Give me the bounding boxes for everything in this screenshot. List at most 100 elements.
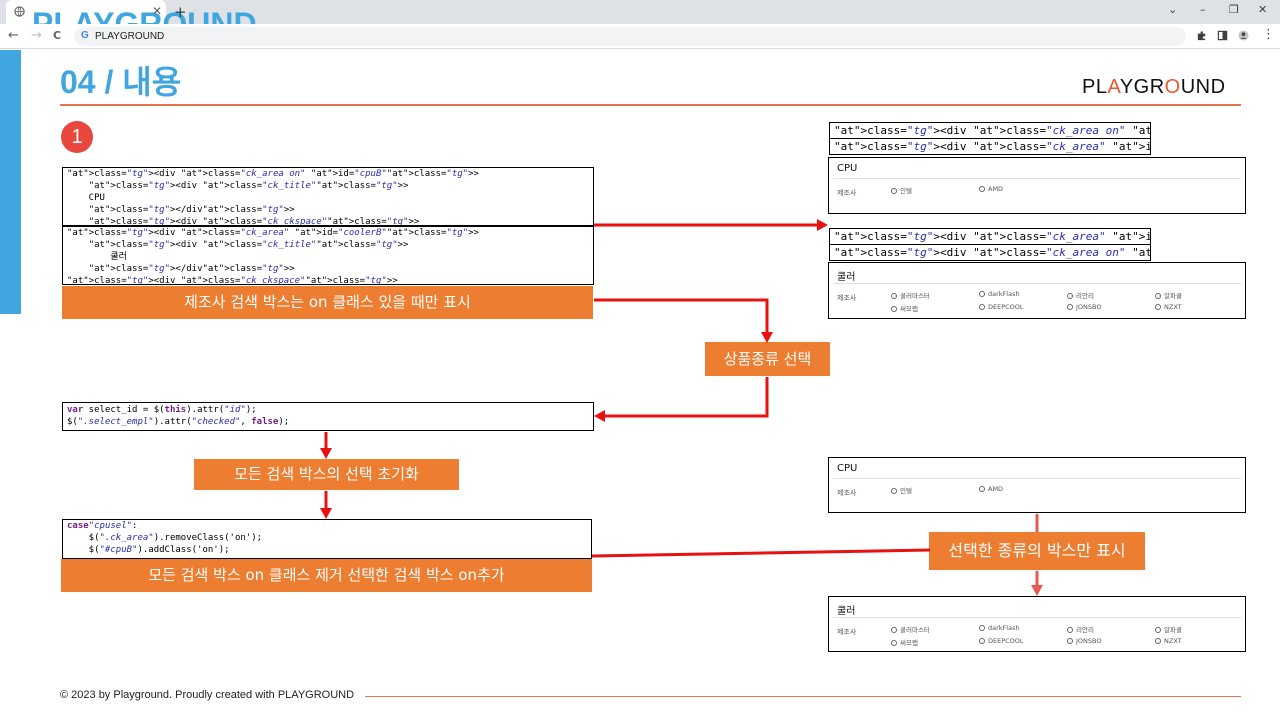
tag-cooler-on: "at">class="tg"><div "at">class="ck_area… — [829, 244, 1151, 261]
caption-reset: 모든 검색 박스의 선택 초기화 — [194, 459, 459, 490]
new-tab-button[interactable]: + — [174, 3, 187, 21]
forward-button[interactable]: → — [31, 28, 42, 43]
radio-icon[interactable] — [891, 488, 897, 494]
radio-icon[interactable] — [891, 188, 897, 194]
tab-strip: PLAYGROUND ✕ + ⌄ – ❐ ✕ — [0, 0, 1280, 42]
radio-label: JONSBO — [1076, 637, 1102, 645]
radio-label: 쿨러마스터 — [900, 626, 930, 634]
radio-icon[interactable] — [1155, 304, 1161, 310]
sidepanel-icon[interactable] — [1217, 30, 1228, 41]
radio-icon[interactable] — [891, 627, 897, 633]
radio-option[interactable]: NZXT — [1155, 303, 1182, 311]
radio-label: 알파쿨 — [1164, 626, 1182, 634]
title-rule — [60, 104, 1241, 106]
panel-divider — [833, 478, 1241, 479]
radio-option[interactable]: 리안리 — [1067, 290, 1094, 300]
menu-icon[interactable]: ⋮ — [1262, 27, 1275, 42]
code-line: $("#cpuB").addClass('on'); — [67, 545, 230, 555]
radio-label: 쿨러마스터 — [900, 292, 930, 300]
tab-playground[interactable]: PLAYGROUND ✕ — [6, 0, 257, 42]
panel-divider — [833, 178, 1241, 179]
radio-icon[interactable] — [1155, 638, 1161, 644]
address-input[interactable]: G PLAYGROUND — [74, 27, 1186, 46]
caption-toggle-on: 모든 검색 박스 on 클래스 제거 선택한 검색 박스 on추가 — [61, 559, 592, 592]
back-button[interactable]: ← — [8, 28, 19, 43]
tag-text: "at">class="tg"><div "at">class="ck_area… — [834, 124, 1150, 137]
radio-label: darkFlash — [988, 624, 1020, 632]
radio-option[interactable]: 알파쿨 — [1155, 290, 1182, 300]
caption-select-type: 상품종류 선택 — [705, 342, 830, 376]
radio-option[interactable]: 쿨러마스터 — [891, 624, 930, 634]
slide: 04 / 내용 PLAYGROUND 1 "at">class="tg"><di… — [0, 50, 1280, 720]
arrowhead-right — [817, 219, 828, 231]
radio-icon[interactable] — [891, 640, 897, 646]
radio-label: darkFlash — [988, 290, 1020, 298]
arrowhead-down-panel — [1031, 585, 1043, 596]
panel-cpu-top: CPU 제조사 인텔 AMD — [828, 157, 1246, 214]
restore-button[interactable]: ❐ — [1229, 3, 1239, 16]
radio-option[interactable]: JONSBO — [1067, 637, 1101, 645]
radio-option[interactable]: 리안리 — [1067, 624, 1094, 634]
code-line: "at">class="tg"><div "at">class="ck_cksp… — [88, 217, 420, 226]
radio-option[interactable]: NZXT — [1155, 637, 1182, 645]
radio-option[interactable]: DEEPCOOL — [979, 637, 1024, 645]
radio-option[interactable]: JONSBO — [1067, 303, 1101, 311]
radio-option[interactable]: 인텔 — [891, 485, 912, 495]
manufacturer-label: 제조사 — [837, 628, 857, 636]
radio-icon[interactable] — [979, 291, 985, 297]
radio-option[interactable]: 인텔 — [891, 185, 912, 195]
code-line: 쿨러 — [67, 252, 127, 262]
radio-option[interactable]: 써모랩 — [891, 303, 918, 313]
radio-icon[interactable] — [1155, 627, 1161, 633]
radio-option[interactable]: DEEPCOOL — [979, 303, 1024, 311]
radio-option[interactable]: 알파쿨 — [1155, 624, 1182, 634]
radio-option[interactable]: darkFlash — [979, 624, 1020, 632]
manufacturer-label: 제조사 — [837, 189, 857, 197]
radio-icon[interactable] — [1067, 627, 1073, 633]
radio-icon[interactable] — [979, 486, 985, 492]
radio-option[interactable]: 쿨러마스터 — [891, 290, 930, 300]
radio-icon[interactable] — [1155, 293, 1161, 299]
panel-title: 쿨러 — [837, 272, 856, 283]
code-line: CPU — [67, 193, 105, 203]
radio-icon[interactable] — [1067, 293, 1073, 299]
radio-icon[interactable] — [979, 186, 985, 192]
panel-title: CPU — [837, 163, 858, 174]
radio-option[interactable]: darkFlash — [979, 290, 1020, 298]
panel-cooler-top: 쿨러 제조사 쿨러마스터 darkFlash 리안리 알파쿨 써모랩 DEEPCOOL JONS… — [828, 262, 1246, 319]
code-line: "at">class="tg"></div"at">class="tg">> — [88, 205, 295, 215]
arrow-caption-to-select — [594, 298, 769, 334]
radio-label: AMD — [988, 185, 1004, 193]
profile-icon[interactable] — [1238, 30, 1249, 41]
radio-icon[interactable] — [1067, 638, 1073, 644]
page-title: 04 / 내용 — [60, 64, 182, 100]
panel-title: CPU — [837, 463, 858, 474]
radio-option[interactable]: AMD — [979, 185, 1003, 193]
minimize-button[interactable]: – — [1200, 3, 1206, 16]
arrow-select-to-code — [604, 377, 769, 418]
radio-icon[interactable] — [979, 304, 985, 310]
reload-button[interactable]: C — [53, 29, 61, 42]
tag-cooler: "at">class="tg"><div "at">class="ck_area… — [829, 138, 1151, 155]
code-line: case"cpusel": — [67, 521, 138, 531]
radio-label: AMD — [988, 485, 1004, 493]
radio-icon[interactable] — [891, 293, 897, 299]
tab-close-icon[interactable]: ✕ — [152, 4, 162, 18]
radio-option[interactable]: 써모랩 — [891, 637, 918, 647]
code-line: "at">class="tg"><div "at">class="ck_titl… — [88, 181, 409, 191]
radio-option[interactable]: AMD — [979, 485, 1003, 493]
tag-text: "at">class="tg"><div "at">class="ck_area… — [834, 230, 1151, 243]
chevron-down-icon[interactable]: ⌄ — [1168, 3, 1177, 16]
extensions-icon[interactable] — [1196, 30, 1207, 41]
code-line: $(".ck_area").removeClass('on'); — [67, 533, 263, 543]
panel-cooler-bottom: 쿨러 제조사 쿨러마스터 darkFlash 리안리 알파쿨 써모랩 DEEPCOOL JONS… — [828, 596, 1246, 652]
close-window-button[interactable]: ✕ — [1258, 3, 1267, 16]
radio-label: 써모랩 — [900, 639, 918, 647]
radio-icon[interactable] — [979, 625, 985, 631]
code-line: "at">class="tg"><div "at">class="ck_titl… — [88, 240, 409, 250]
code-block-toggle: case"cpusel": $(".ck_area").removeClass(… — [62, 519, 592, 559]
radio-icon[interactable] — [979, 638, 985, 644]
globe-icon — [14, 6, 25, 17]
radio-icon[interactable] — [1067, 304, 1073, 310]
radio-icon[interactable] — [891, 306, 897, 312]
